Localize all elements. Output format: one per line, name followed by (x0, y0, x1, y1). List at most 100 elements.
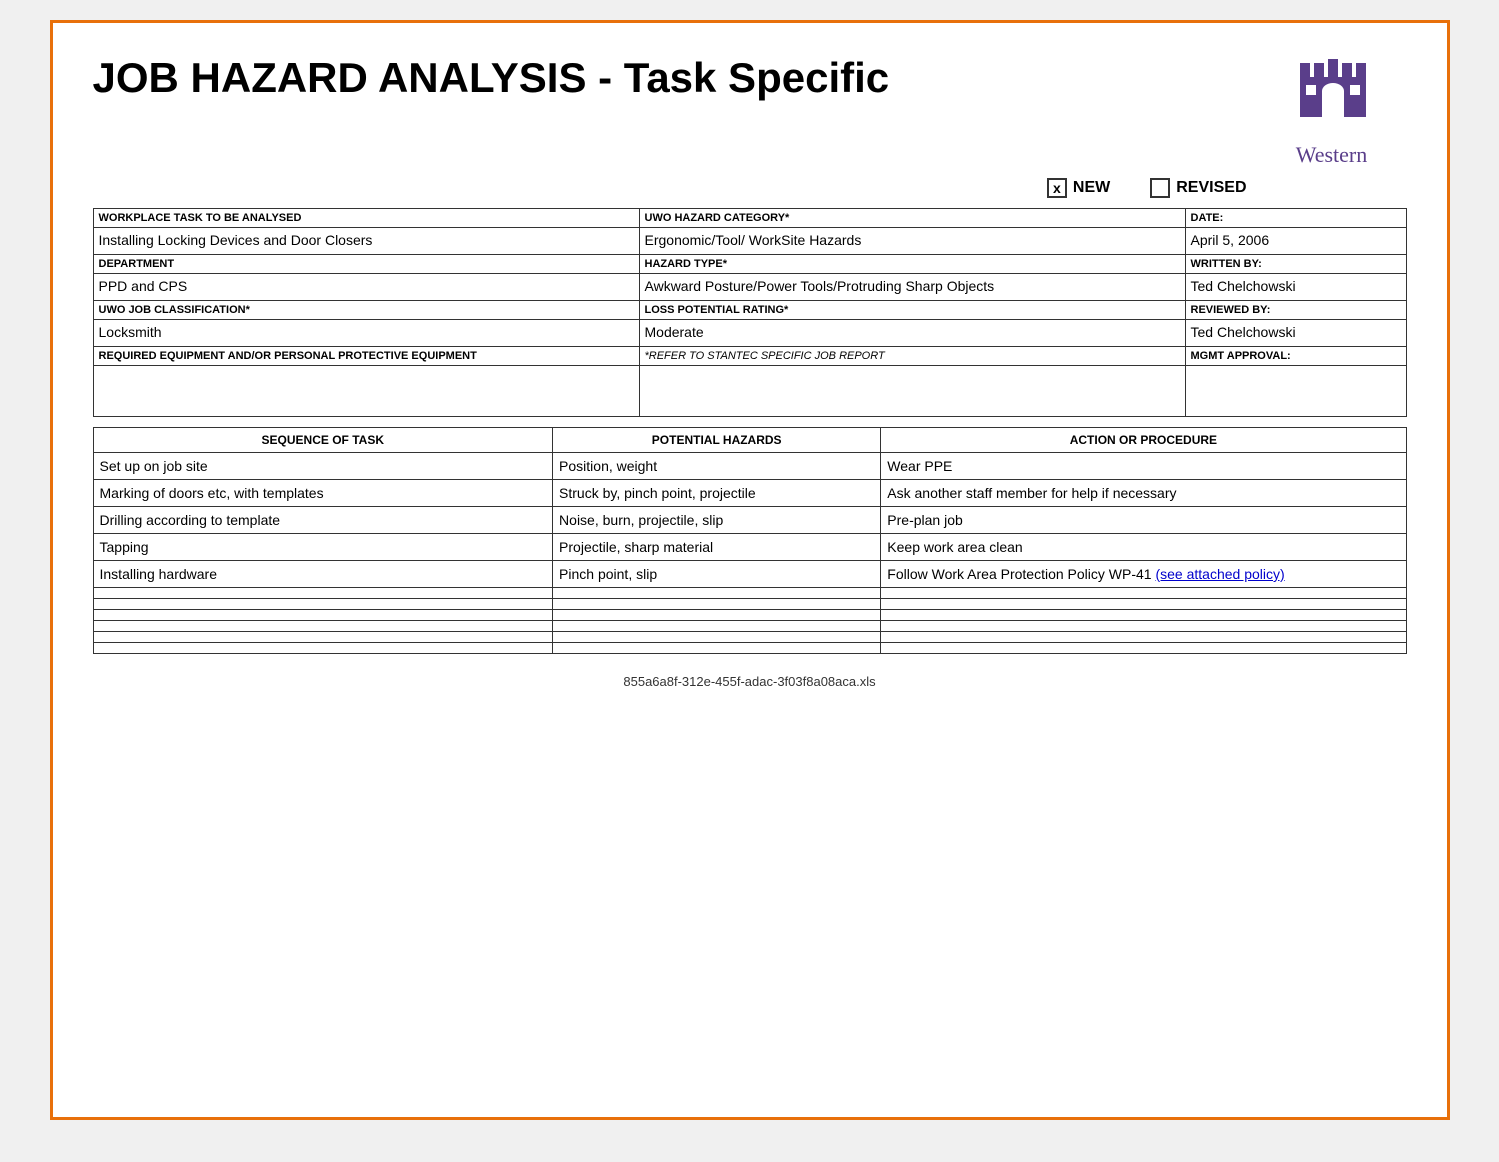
mgmt-label: MGMT APPROVAL: (1186, 347, 1406, 366)
uwo-hazard-value: Ergonomic/Tool/ WorkSite Hazards (640, 228, 1185, 254)
hazard-cell: Projectile, sharp material (553, 534, 881, 561)
dept-col: DEPARTMENT PPD and CPS (94, 255, 640, 300)
action-cell (881, 610, 1406, 621)
row2: DEPARTMENT PPD and CPS HAZARD TYPE* Awkw… (93, 255, 1407, 301)
new-checkbox-item: x NEW (1047, 178, 1110, 198)
hazard-cell (553, 632, 881, 643)
uwo-job-label: UWO JOB CLASSIFICATION* (94, 301, 639, 320)
policy-link[interactable]: (see attached policy) (1155, 566, 1284, 582)
loss-potential-value: Moderate (640, 320, 1185, 346)
loss-potential-col: LOSS POTENTIAL RATING* Moderate (640, 301, 1186, 346)
reviewed-by-value: Ted Chelchowski (1186, 320, 1406, 346)
ppe-value (94, 366, 639, 416)
action-cell (881, 599, 1406, 610)
hazard-cell (553, 621, 881, 632)
hazard-cell (553, 588, 881, 599)
reviewed-by-label: REVIEWED BY: (1186, 301, 1406, 320)
stantec-note: *refer to Stantec Specific Job Report (640, 347, 1185, 366)
uwo-job-value: Locksmith (94, 320, 639, 346)
ppe-label: REQUIRED EQUIPMENT AND/OR PERSONAL PROTE… (94, 347, 639, 366)
action-cell: Ask another staff member for help if nec… (881, 480, 1406, 507)
table-row (93, 610, 1406, 621)
hazard-cell: Struck by, pinch point, projectile (553, 480, 881, 507)
date-col: DATE: April 5, 2006 (1186, 209, 1406, 254)
table-row: Set up on job sitePosition, weightWear P… (93, 453, 1406, 480)
table-row: TappingProjectile, sharp materialKeep wo… (93, 534, 1406, 561)
task-cell (93, 621, 553, 632)
col-sequence: SEQUENCE OF TASK (93, 428, 553, 453)
hazard-type-label: HAZARD TYPE* (640, 255, 1185, 274)
row3: UWO JOB CLASSIFICATION* Locksmith LOSS P… (93, 301, 1407, 347)
uwo-hazard-col: UWO HAZARD CATEGORY* Ergonomic/Tool/ Wor… (640, 209, 1186, 254)
revised-checkbox-item: REVISED (1150, 178, 1246, 198)
new-revised-row: x NEW REVISED (93, 178, 1407, 198)
action-cell: Keep work area clean (881, 534, 1406, 561)
hazard-cell: Noise, burn, projectile, slip (553, 507, 881, 534)
written-by-label: WRITTEN BY: (1186, 255, 1406, 274)
revised-label: REVISED (1176, 179, 1246, 197)
workplace-task-col: WORKPLACE TASK TO BE ANALYSED Installing… (94, 209, 640, 254)
table-row (93, 632, 1406, 643)
revised-checkbox[interactable] (1150, 178, 1170, 198)
hazard-cell (553, 610, 881, 621)
workplace-task-value: Installing Locking Devices and Door Clos… (94, 228, 639, 254)
date-value: April 5, 2006 (1186, 228, 1406, 254)
header: JOB HAZARD ANALYSIS - Task Specific (93, 53, 1407, 168)
written-by-col: WRITTEN BY: Ted Chelchowski (1186, 255, 1406, 300)
task-cell: Set up on job site (93, 453, 553, 480)
hazard-cell: Pinch point, slip (553, 561, 881, 588)
task-cell: Tapping (93, 534, 553, 561)
task-cell: Drilling according to template (93, 507, 553, 534)
dept-value: PPD and CPS (94, 274, 639, 300)
uwo-hazard-label: UWO HAZARD CATEGORY* (640, 209, 1185, 228)
hazard-cell: Position, weight (553, 453, 881, 480)
action-cell (881, 632, 1406, 643)
table-row: Installing hardwarePinch point, slipFoll… (93, 561, 1406, 588)
logo-text: Western (1257, 142, 1407, 168)
loss-potential-label: LOSS POTENTIAL RATING* (640, 301, 1185, 320)
hazard-cell (553, 643, 881, 654)
hazard-cell (553, 599, 881, 610)
task-cell: Installing hardware (93, 561, 553, 588)
date-label: DATE: (1186, 209, 1406, 228)
stantec-col: *refer to Stantec Specific Job Report (640, 347, 1186, 416)
dept-label: DEPARTMENT (94, 255, 639, 274)
task-cell (93, 632, 553, 643)
mgmt-value (1186, 366, 1406, 416)
table-row: Marking of doors etc, with templatesStru… (93, 480, 1406, 507)
action-cell: Pre-plan job (881, 507, 1406, 534)
sequence-table: SEQUENCE OF TASK POTENTIAL HAZARDS ACTIO… (93, 427, 1407, 654)
logo-area: Western (1257, 53, 1407, 168)
castle-icon (1292, 53, 1372, 133)
task-cell (93, 643, 553, 654)
task-cell: Marking of doors etc, with templates (93, 480, 553, 507)
action-cell (881, 621, 1406, 632)
new-checkbox[interactable]: x (1047, 178, 1067, 198)
action-cell: Follow Work Area Protection Policy WP-41… (881, 561, 1406, 588)
hazard-type-col: HAZARD TYPE* Awkward Posture/Power Tools… (640, 255, 1186, 300)
page-wrapper: JOB HAZARD ANALYSIS - Task Specific (50, 20, 1450, 1120)
row1: WORKPLACE TASK TO BE ANALYSED Installing… (93, 208, 1407, 255)
page-title: JOB HAZARD ANALYSIS - Task Specific (93, 53, 890, 103)
footer: 855a6a8f-312e-455f-adac-3f03f8a08aca.xls (93, 674, 1407, 689)
task-cell (93, 610, 553, 621)
task-cell (93, 588, 553, 599)
task-cell (93, 599, 553, 610)
table-row: Drilling according to templateNoise, bur… (93, 507, 1406, 534)
action-cell: Wear PPE (881, 453, 1406, 480)
table-row (93, 621, 1406, 632)
uwo-job-col: UWO JOB CLASSIFICATION* Locksmith (94, 301, 640, 346)
col-hazards: POTENTIAL HAZARDS (553, 428, 881, 453)
table-row (93, 643, 1406, 654)
action-cell (881, 643, 1406, 654)
ppe-col: REQUIRED EQUIPMENT AND/OR PERSONAL PROTE… (94, 347, 640, 416)
new-label: NEW (1073, 179, 1110, 197)
table-row (93, 588, 1406, 599)
workplace-task-label: WORKPLACE TASK TO BE ANALYSED (94, 209, 639, 228)
footer-text: 855a6a8f-312e-455f-adac-3f03f8a08aca.xls (623, 674, 875, 689)
table-row (93, 599, 1406, 610)
reviewed-by-col: REVIEWED BY: Ted Chelchowski (1186, 301, 1406, 346)
col-action: ACTION OR PROCEDURE (881, 428, 1406, 453)
action-cell (881, 588, 1406, 599)
written-by-value: Ted Chelchowski (1186, 274, 1406, 300)
